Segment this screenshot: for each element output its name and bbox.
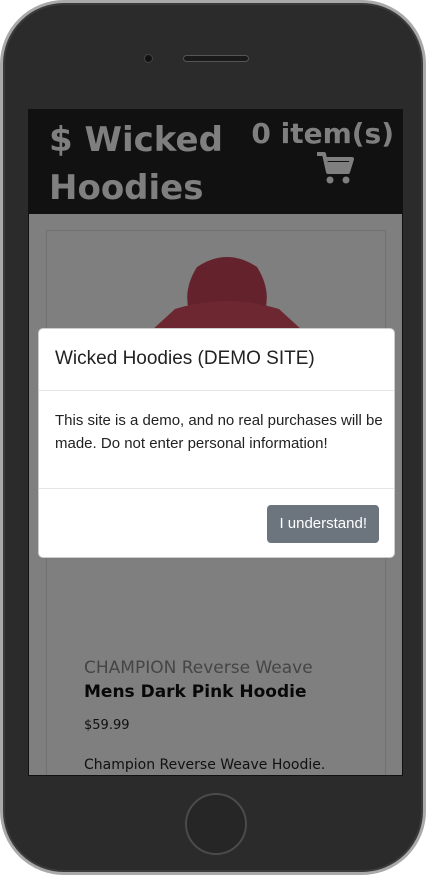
i-understand-button[interactable]: I understand! xyxy=(267,505,379,543)
modal-body: This site is a demo, and no real purchas… xyxy=(55,412,383,452)
modal-header: Wicked Hoodies (DEMO SITE) xyxy=(39,329,394,391)
earpiece-speaker xyxy=(183,55,249,62)
modal-footer: I understand! xyxy=(39,488,394,558)
demo-site-modal: Wicked Hoodies (DEMO SITE) This site is … xyxy=(38,328,395,558)
front-camera xyxy=(145,55,152,62)
phone-frame: $ Wicked Hoodies 0 item(s) xyxy=(0,0,426,875)
modal-title: Wicked Hoodies (DEMO SITE) xyxy=(55,348,315,369)
home-button[interactable] xyxy=(185,793,247,855)
